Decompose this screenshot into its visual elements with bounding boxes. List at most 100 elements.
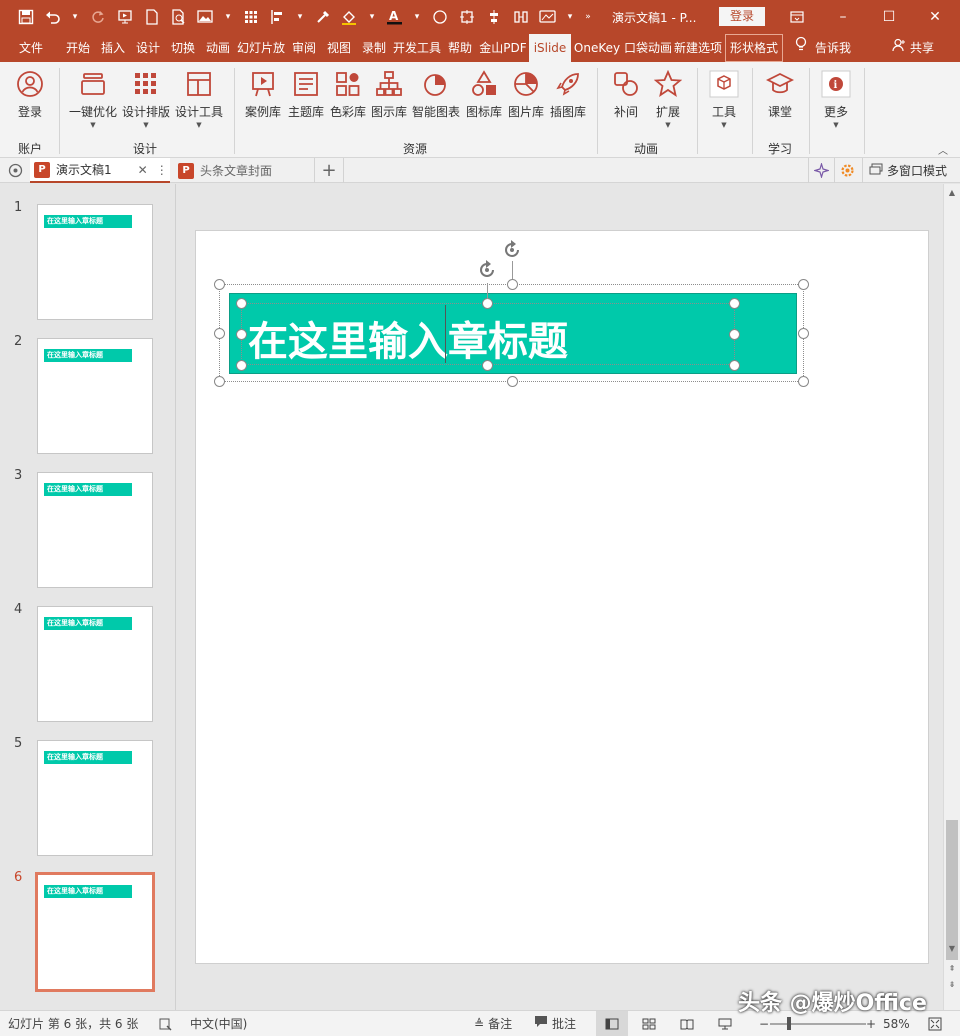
image-library-button[interactable]: 图片库 xyxy=(505,70,547,120)
share-button[interactable]: 共享 xyxy=(892,34,934,62)
resize-handle[interactable] xyxy=(214,279,225,290)
slide-thumbnail-5[interactable]: 在这里输入章标题 xyxy=(37,740,153,856)
resize-handle[interactable] xyxy=(507,279,518,290)
slide-thumbnail-3[interactable]: 在这里输入章标题 xyxy=(37,472,153,588)
doc-tab-active[interactable]: P 演示文稿1 ✕ ⋮ xyxy=(30,158,170,183)
minimize-button[interactable]: – xyxy=(820,0,866,34)
account-login-button[interactable]: 登录 xyxy=(12,70,48,120)
resize-handle[interactable] xyxy=(729,329,740,340)
diagram-library-button[interactable]: 图示库 xyxy=(369,70,409,120)
tab-kingsoft-pdf[interactable]: 金山PDF xyxy=(479,34,527,62)
design-tools-button[interactable]: 设计工具 ▼ xyxy=(174,70,224,129)
gallery-icon[interactable] xyxy=(536,5,560,29)
resize-handle[interactable] xyxy=(798,279,809,290)
slideshow-icon[interactable] xyxy=(113,5,137,29)
normal-view-icon[interactable] xyxy=(596,1011,628,1036)
tab-settings-icon[interactable] xyxy=(8,163,23,181)
font-color-dropdown-icon[interactable]: ▾ xyxy=(410,5,424,29)
scroll-up-icon[interactable]: ▲ xyxy=(944,186,960,200)
slide-thumbnail-2[interactable]: 在这里输入章标题 xyxy=(37,338,153,454)
design-layout-button[interactable]: 设计排版 ▼ xyxy=(121,70,171,129)
close-tab-icon[interactable]: ✕ xyxy=(138,163,148,177)
tools-button[interactable]: 工具 ▼ xyxy=(704,70,744,129)
resize-handle[interactable] xyxy=(236,360,247,371)
scroll-down-icon[interactable]: ▼ xyxy=(944,942,960,956)
tab-new-options[interactable]: 新建选项 xyxy=(674,34,722,62)
doc-tab-inactive[interactable]: P 头条文章封面 xyxy=(174,158,314,183)
ribbon-display-icon[interactable] xyxy=(774,0,820,34)
grid-icon[interactable] xyxy=(239,5,263,29)
rotate-icon[interactable] xyxy=(476,259,498,281)
language-indicator[interactable]: 中文(中国) xyxy=(190,1011,247,1036)
comments-button[interactable]: 批注 xyxy=(534,1011,576,1036)
sparkle-icon[interactable] xyxy=(808,158,834,183)
previous-slide-icon[interactable]: ⇞ xyxy=(944,962,960,976)
color-library-button[interactable]: 色彩库 xyxy=(328,70,368,120)
tab-home[interactable]: 开始 xyxy=(61,34,95,62)
collapse-ribbon-icon[interactable]: ︿ xyxy=(938,142,948,157)
resize-handle[interactable] xyxy=(236,329,247,340)
tab-shape-format[interactable]: 形状格式 xyxy=(725,34,783,62)
multi-window-mode-button[interactable]: 多窗口模式 xyxy=(862,158,947,183)
close-button[interactable]: ✕ xyxy=(912,0,958,34)
rotate-icon[interactable] xyxy=(501,239,523,261)
resize-handle[interactable] xyxy=(507,376,518,387)
more-icon[interactable]: » xyxy=(581,5,595,29)
reading-view-icon[interactable] xyxy=(680,1011,694,1036)
resize-handle[interactable] xyxy=(798,328,809,339)
picture-dropdown-icon[interactable]: ▾ xyxy=(221,5,235,29)
tab-animations[interactable]: 动画 xyxy=(202,34,234,62)
icon-library-button[interactable]: 图标库 xyxy=(464,70,504,120)
tab-transitions[interactable]: 切换 xyxy=(167,34,199,62)
new-icon[interactable] xyxy=(140,5,164,29)
tab-pocket-animation[interactable]: 口袋动画 xyxy=(624,34,672,62)
picture-icon[interactable] xyxy=(194,5,218,29)
tell-me-search[interactable]: 告诉我 xyxy=(795,34,851,62)
theme-library-button[interactable]: 主题库 xyxy=(285,70,327,120)
resize-handle[interactable] xyxy=(214,328,225,339)
new-tab-button[interactable]: + xyxy=(314,158,344,183)
distribute-icon[interactable] xyxy=(482,5,506,29)
slide-title-text[interactable]: 在这里输入章标题 xyxy=(248,309,568,367)
illustration-library-button[interactable]: 插图库 xyxy=(547,70,589,120)
course-button[interactable]: 课堂 xyxy=(760,70,800,120)
resize-handle[interactable] xyxy=(729,360,740,371)
tab-review[interactable]: 审阅 xyxy=(287,34,321,62)
notes-button[interactable]: ≜ 备注 xyxy=(474,1011,512,1036)
gear-icon[interactable] xyxy=(834,158,860,183)
connect-icon[interactable] xyxy=(509,5,533,29)
more-button[interactable]: i 更多 ▼ xyxy=(817,70,855,129)
align-icon[interactable] xyxy=(266,5,290,29)
resize-handle[interactable] xyxy=(482,298,493,309)
gallery-dropdown-icon[interactable]: ▾ xyxy=(563,5,577,29)
resize-handle[interactable] xyxy=(214,376,225,387)
resize-handle[interactable] xyxy=(482,360,493,371)
slide-thumbnail-1[interactable]: 在这里输入章标题 xyxy=(37,204,153,320)
tween-button[interactable]: 补间 xyxy=(606,70,646,120)
redo-icon[interactable] xyxy=(86,5,110,29)
accessibility-icon[interactable] xyxy=(158,1011,172,1036)
tab-onekey[interactable]: OneKey xyxy=(573,34,621,62)
resize-handle[interactable] xyxy=(236,298,247,309)
font-color-icon[interactable]: A xyxy=(383,5,407,29)
slideshow-view-icon[interactable] xyxy=(718,1011,732,1036)
tab-developer[interactable]: 开发工具 xyxy=(393,34,441,62)
maximize-button[interactable]: ☐ xyxy=(866,0,912,34)
one-click-optimize-button[interactable]: 一键优化 ▼ xyxy=(68,70,118,129)
print-preview-icon[interactable] xyxy=(167,5,191,29)
shape-icon[interactable] xyxy=(428,5,452,29)
fill-icon[interactable] xyxy=(338,5,362,29)
fill-dropdown-icon[interactable]: ▾ xyxy=(365,5,379,29)
tab-slideshow[interactable]: 幻灯片放 xyxy=(237,34,285,62)
undo-dropdown-icon[interactable]: ▾ xyxy=(68,5,82,29)
slide-thumbnail-6[interactable]: 在这里输入章标题 xyxy=(35,872,155,992)
extend-button[interactable]: 扩展 ▼ xyxy=(648,69,688,129)
slide-thumbnail-4[interactable]: 在这里输入章标题 xyxy=(37,606,153,722)
tab-record[interactable]: 录制 xyxy=(358,34,390,62)
tab-file[interactable]: 文件 xyxy=(14,34,48,62)
login-button[interactable]: 登录 xyxy=(719,7,765,26)
tab-menu-icon[interactable]: ⋮ xyxy=(156,163,168,177)
tab-insert[interactable]: 插入 xyxy=(97,34,129,62)
crop-icon[interactable] xyxy=(455,5,479,29)
next-slide-icon[interactable]: ⇟ xyxy=(944,978,960,992)
